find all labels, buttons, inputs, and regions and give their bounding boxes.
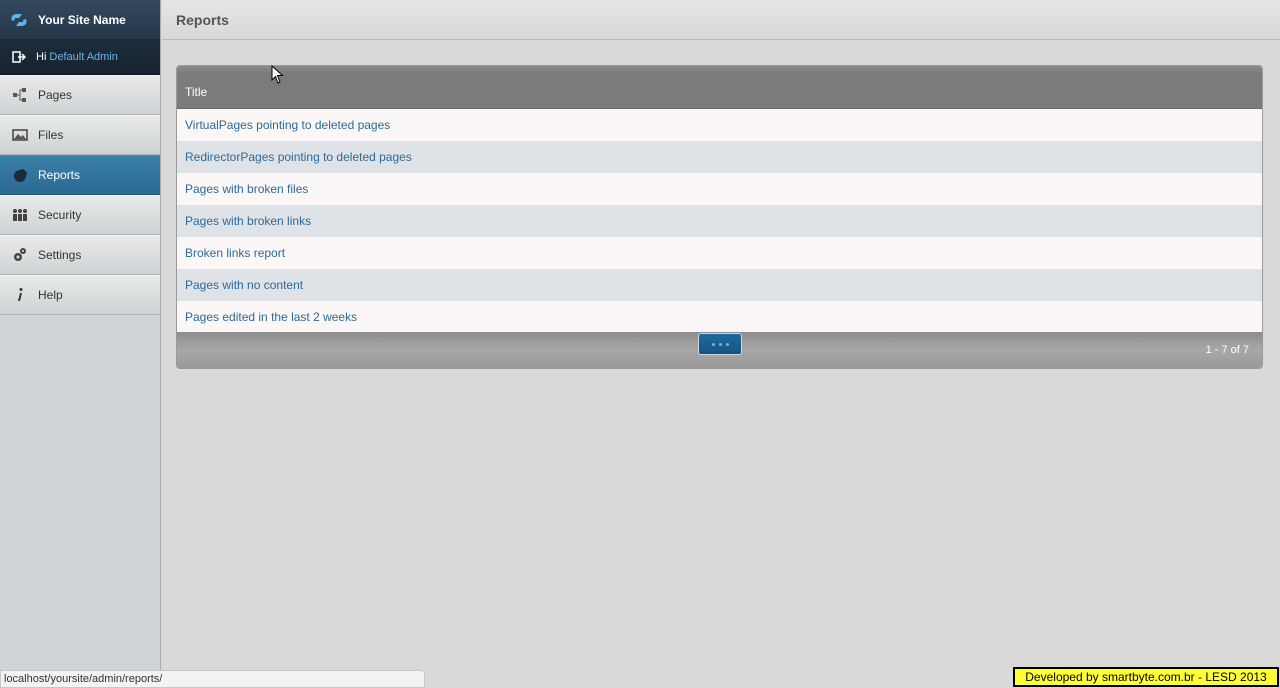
page-header: Reports — [162, 0, 1280, 40]
site-name: Your Site Name — [38, 12, 126, 27]
report-link[interactable]: Pages with no content — [185, 278, 303, 292]
report-link[interactable]: Pages with broken files — [185, 182, 308, 196]
table-row[interactable]: RedirectorPages pointing to deleted page… — [177, 141, 1262, 173]
mouse-cursor-icon — [271, 65, 284, 84]
table-row[interactable]: Pages with no content — [177, 269, 1262, 301]
pagination-more-button[interactable] — [698, 333, 742, 355]
sidebar-item-label: Help — [38, 288, 63, 302]
sidebar-item-pages[interactable]: Pages — [0, 75, 160, 115]
table-row[interactable]: Pages edited in the last 2 weeks — [177, 301, 1262, 333]
table-row[interactable]: Pages with broken files — [177, 173, 1262, 205]
logout-icon[interactable] — [12, 50, 26, 64]
page-title: Reports — [176, 11, 229, 28]
table-header-title[interactable]: Title — [177, 76, 1262, 109]
sidebar-item-help[interactable]: Help — [0, 275, 160, 315]
sidebar: Your Site Name Hi Default Admin Pages Fi… — [0, 0, 161, 688]
table-row[interactable]: VirtualPages pointing to deleted pages — [177, 109, 1262, 141]
dot-icon — [718, 342, 722, 346]
developer-credit: Developed by smartbyte.com.br - LESD 201… — [1013, 667, 1279, 687]
sidebar-item-security[interactable]: Security — [0, 195, 160, 235]
user-profile-link[interactable]: Default Admin — [49, 51, 117, 63]
table-row[interactable]: Broken links report — [177, 237, 1262, 269]
sidebar-item-label: Security — [38, 208, 82, 222]
brand-bar[interactable]: Your Site Name — [0, 0, 160, 40]
sidebar-item-files[interactable]: Files — [0, 115, 160, 155]
pie-chart-icon — [14, 169, 27, 182]
dot-icon — [725, 342, 729, 346]
users-icon — [13, 209, 27, 221]
sidebar-item-reports[interactable]: Reports — [0, 155, 160, 195]
sidebar-item-settings[interactable]: Settings — [0, 235, 160, 275]
greeting: Hi — [36, 51, 47, 63]
browser-status-bar: localhost/yoursite/admin/reports/ — [0, 670, 425, 688]
gear-icon — [14, 248, 26, 261]
report-link[interactable]: RedirectorPages pointing to deleted page… — [185, 150, 412, 164]
table-footer: 1 - 7 of 7 — [177, 332, 1262, 368]
table-row[interactable]: Pages with broken links — [177, 205, 1262, 237]
silverstripe-logo-icon — [11, 13, 27, 26]
table-body: VirtualPages pointing to deleted pages R… — [177, 109, 1262, 333]
reports-table: Title VirtualPages pointing to deleted p… — [176, 65, 1263, 369]
pagination-count: 1 - 7 of 7 — [1205, 344, 1249, 356]
sidebar-item-label: Reports — [38, 168, 81, 182]
sitemap-icon — [13, 88, 26, 102]
table-top-bar — [177, 66, 1262, 76]
report-link[interactable]: Pages with broken links — [185, 214, 311, 228]
report-link[interactable]: VirtualPages pointing to deleted pages — [185, 118, 390, 132]
image-icon — [12, 129, 28, 141]
info-icon — [18, 288, 23, 301]
report-link[interactable]: Broken links report — [185, 246, 285, 260]
user-bar: Hi Default Admin — [0, 40, 160, 75]
sidebar-item-label: Settings — [38, 248, 82, 262]
report-link[interactable]: Pages edited in the last 2 weeks — [185, 310, 357, 324]
dot-icon — [711, 342, 715, 346]
sidebar-item-label: Files — [38, 128, 64, 142]
sidebar-item-label: Pages — [38, 88, 73, 102]
